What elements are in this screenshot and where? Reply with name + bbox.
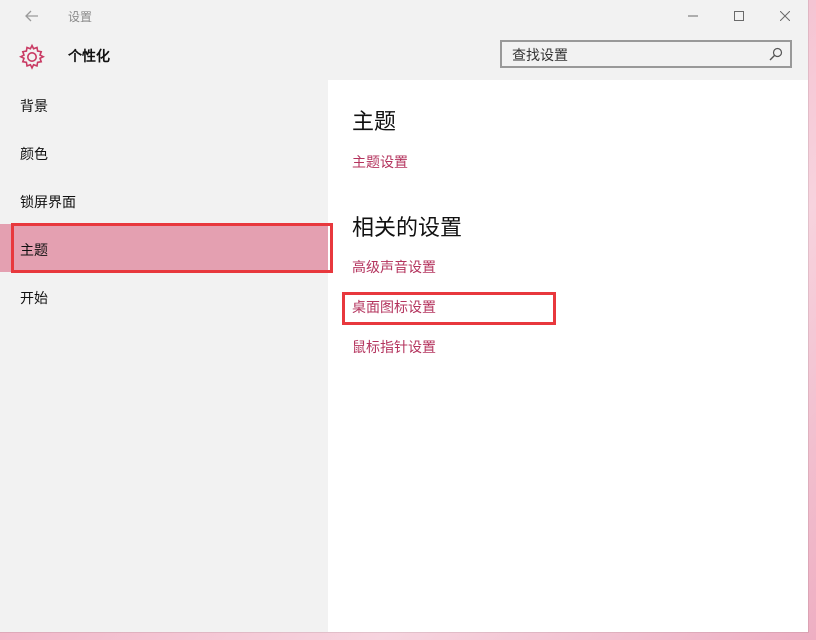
sidebar-item-label: 背景 bbox=[20, 99, 48, 115]
mouse-pointer-settings-link[interactable]: 鼠标指针设置 bbox=[352, 337, 436, 357]
back-button[interactable] bbox=[20, 4, 44, 28]
page-header: 个性化 bbox=[0, 32, 808, 80]
page-title: 个性化 bbox=[68, 49, 110, 65]
search-input[interactable] bbox=[510, 45, 764, 67]
arrow-left-icon bbox=[25, 10, 38, 22]
sidebar: 背景 颜色 锁屏界面 主题 开始 bbox=[0, 80, 328, 632]
app-title: 设置 bbox=[68, 10, 93, 24]
sidebar-item-label: 主题 bbox=[20, 243, 48, 259]
sidebar-item-themes[interactable]: 主题 bbox=[0, 224, 328, 272]
maximize-button[interactable] bbox=[716, 0, 762, 32]
sidebar-item-label: 锁屏界面 bbox=[20, 195, 76, 211]
close-button[interactable] bbox=[762, 0, 808, 32]
sidebar-item-start[interactable]: 开始 bbox=[0, 272, 328, 320]
sidebar-item-lock-screen[interactable]: 锁屏界面 bbox=[0, 176, 328, 224]
theme-settings-link[interactable]: 主题设置 bbox=[352, 152, 408, 172]
sidebar-item-colors[interactable]: 颜色 bbox=[0, 128, 328, 176]
sidebar-item-label: 颜色 bbox=[20, 147, 48, 163]
sidebar-item-label: 开始 bbox=[20, 291, 48, 307]
maximize-icon bbox=[734, 11, 744, 21]
search-icon[interactable] bbox=[768, 46, 784, 62]
gear-icon bbox=[19, 43, 45, 70]
minimize-button[interactable] bbox=[670, 0, 716, 32]
desktop-icon-settings-link[interactable]: 桌面图标设置 bbox=[352, 297, 436, 317]
minimize-icon bbox=[688, 15, 698, 17]
sidebar-item-background[interactable]: 背景 bbox=[0, 80, 328, 128]
title-bar: 设置 bbox=[0, 0, 808, 32]
section-heading-themes: 主题 bbox=[352, 110, 397, 135]
advanced-sound-settings-link[interactable]: 高级声音设置 bbox=[352, 257, 436, 277]
search-box[interactable] bbox=[500, 40, 792, 68]
main-content: 主题 主题设置 相关的设置 高级声音设置 桌面图标设置 鼠标指针设置 bbox=[328, 80, 808, 632]
section-heading-related-settings: 相关的设置 bbox=[352, 216, 463, 241]
close-icon bbox=[780, 11, 790, 21]
settings-window: 设置 个性化 查找设置 背景 颜色 锁屏界面 主题 开始 主题 主题设置 相关的… bbox=[0, 0, 808, 632]
